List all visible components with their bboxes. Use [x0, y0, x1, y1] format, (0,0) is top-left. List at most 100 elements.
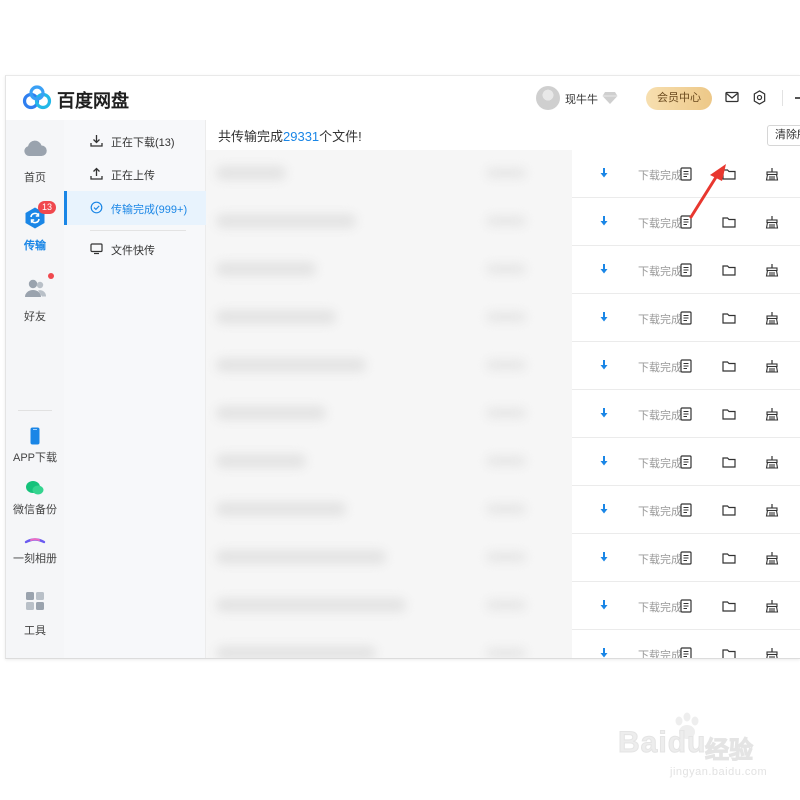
phone-icon — [30, 427, 40, 445]
blurred-meta — [486, 168, 526, 178]
transfer-subnav: 正在下载(13) 正在上传 传输完成(999+) 文件快传 — [64, 120, 206, 658]
folder-icon[interactable] — [722, 263, 736, 277]
blurred-filename — [216, 598, 406, 612]
nav-item-home[interactable]: 首页 — [6, 138, 64, 188]
friends-notification-dot — [48, 273, 54, 279]
clean-icon[interactable] — [765, 407, 779, 421]
table-row[interactable]: 下载完成 — [572, 630, 800, 659]
table-row[interactable]: 下载完成 — [572, 150, 800, 198]
nav-separator — [18, 410, 52, 411]
subnav-completed[interactable]: 传输完成(999+) — [64, 191, 206, 225]
clean-icon[interactable] — [765, 455, 779, 469]
nav-friends-label: 好友 — [24, 311, 46, 323]
download-done-icon — [600, 648, 608, 658]
album-icon — [24, 538, 46, 544]
doc-icon[interactable] — [679, 263, 693, 277]
table-row[interactable]: 下载完成 — [572, 246, 800, 294]
download-done-icon — [600, 456, 608, 466]
clean-icon[interactable] — [765, 167, 779, 181]
doc-icon[interactable] — [679, 359, 693, 373]
nav-item-tools[interactable]: 工具 — [6, 592, 64, 637]
blurred-filename — [216, 310, 336, 324]
clean-icon[interactable] — [765, 599, 779, 613]
table-row[interactable]: 下载完成 — [572, 342, 800, 390]
friends-icon — [25, 279, 47, 297]
clear-all-button[interactable]: 清除所 — [767, 125, 800, 146]
tools-grid-icon — [26, 592, 44, 610]
download-done-icon — [600, 360, 608, 370]
nav-item-wechat-backup[interactable]: 微信备份 — [6, 479, 64, 519]
blurred-filename — [216, 166, 286, 180]
doc-icon[interactable] — [679, 311, 693, 325]
table-row[interactable]: 下载完成 — [572, 486, 800, 534]
download-done-icon — [600, 264, 608, 274]
nav-item-album[interactable]: 一刻相册 — [6, 532, 64, 572]
blurred-filename — [216, 454, 306, 468]
clean-icon[interactable] — [765, 215, 779, 229]
folder-icon[interactable] — [722, 599, 736, 613]
clean-icon[interactable] — [765, 503, 779, 517]
upload-icon — [90, 167, 103, 180]
nav-item-friends[interactable]: 好友 — [6, 278, 64, 328]
subnav-uploading[interactable]: 正在上传 — [64, 157, 206, 191]
watermark-jingyan: 经验 — [705, 737, 754, 765]
clean-icon[interactable] — [765, 263, 779, 277]
blurred-meta — [486, 408, 526, 418]
vip-center-button[interactable]: 会员中心 — [646, 87, 712, 110]
table-row[interactable]: 下载完成 — [572, 294, 800, 342]
subnav-separator — [90, 230, 186, 231]
doc-icon[interactable] — [679, 647, 693, 659]
doc-icon[interactable] — [679, 503, 693, 517]
username[interactable]: 现牛牛 — [565, 91, 598, 107]
subnav-completed-label: 传输完成(999+) — [111, 204, 188, 216]
avatar[interactable] — [536, 86, 560, 110]
folder-icon[interactable] — [722, 359, 736, 373]
clean-icon[interactable] — [765, 311, 779, 325]
doc-icon[interactable] — [679, 455, 693, 469]
subnav-downloading[interactable]: 正在下载(13) — [64, 124, 206, 158]
blurred-filename — [216, 262, 316, 276]
doc-icon[interactable] — [679, 407, 693, 421]
folder-icon[interactable] — [722, 407, 736, 421]
table-row[interactable]: 下载完成 — [572, 198, 800, 246]
blurred-meta — [486, 312, 526, 322]
download-done-icon — [600, 168, 608, 178]
folder-icon[interactable] — [722, 503, 736, 517]
table-row[interactable]: 下载完成 — [572, 582, 800, 630]
minimize-icon[interactable] — [795, 97, 800, 99]
blurred-meta — [486, 552, 526, 562]
doc-icon[interactable] — [679, 599, 693, 613]
nav-item-app-download[interactable]: APP下载 — [6, 427, 64, 467]
summary-count: 29331 — [283, 129, 320, 144]
blurred-filename — [216, 550, 386, 564]
download-done-icon — [600, 504, 608, 514]
clean-icon[interactable] — [765, 647, 779, 659]
settings-icon[interactable] — [752, 90, 767, 105]
folder-icon[interactable] — [722, 647, 736, 659]
download-done-icon — [600, 552, 608, 562]
folder-icon[interactable] — [722, 455, 736, 469]
annotation-arrow — [689, 164, 726, 219]
blurred-meta — [486, 456, 526, 466]
blurred-meta — [486, 648, 526, 658]
active-indicator — [64, 191, 67, 225]
nav-album-label: 一刻相册 — [13, 553, 57, 565]
nav-wechat-backup-label: 微信备份 — [13, 504, 57, 516]
nav-transfer-label: 传输 — [24, 240, 46, 252]
download-done-icon — [600, 312, 608, 322]
mail-icon[interactable] — [725, 90, 739, 104]
subnav-quick-send[interactable]: 文件快传 — [64, 232, 206, 266]
table-row[interactable]: 下载完成 — [572, 534, 800, 582]
watermark-url: jingyan.baidu.com — [670, 766, 768, 778]
clean-icon[interactable] — [765, 359, 779, 373]
folder-icon[interactable] — [722, 551, 736, 565]
blurred-meta — [486, 360, 526, 370]
folder-icon[interactable] — [722, 311, 736, 325]
blurred-filename — [216, 646, 376, 658]
table-row[interactable]: 下载完成 — [572, 390, 800, 438]
clean-icon[interactable] — [765, 551, 779, 565]
table-row[interactable]: 下载完成 — [572, 438, 800, 486]
nav-item-transfer[interactable]: 传输 — [6, 206, 64, 256]
nav-tools-label: 工具 — [24, 625, 46, 637]
doc-icon[interactable] — [679, 551, 693, 565]
